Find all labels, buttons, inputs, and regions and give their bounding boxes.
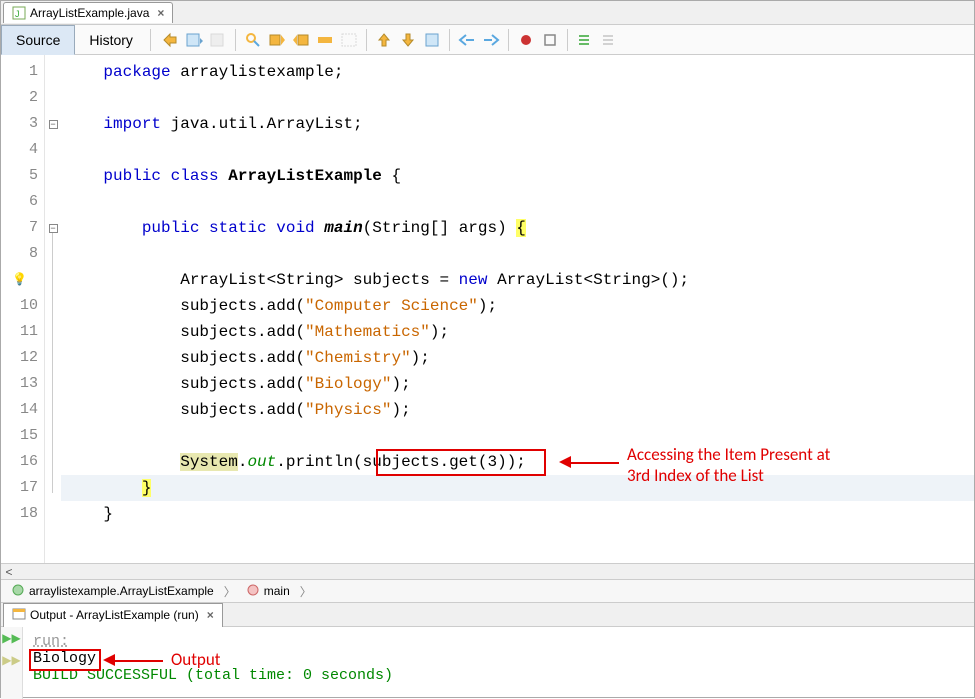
separator — [449, 29, 450, 51]
code-editor[interactable]: 12345678 💡 101112131415161718 − − packag… — [1, 55, 974, 563]
next-bookmark-icon[interactable] — [398, 30, 418, 50]
breadcrumb: arraylistexample.ArrayListExample 〉 main… — [1, 579, 974, 603]
separator — [235, 29, 236, 51]
fold-gutter: − − — [45, 55, 61, 563]
annotation-arrow — [569, 462, 619, 464]
warning-bulb-icon[interactable]: 💡 — [1, 267, 44, 293]
fold-toggle-icon[interactable]: − — [49, 224, 58, 233]
editor-subtab-bar: Source History — [1, 25, 974, 55]
annotation-arrow — [113, 660, 163, 662]
editor-toolbar — [154, 29, 619, 51]
arrow-head-icon — [103, 654, 115, 666]
run-icon[interactable]: ▶▶ — [2, 653, 20, 667]
breadcrumb-method[interactable]: main — [240, 581, 296, 602]
tab-source[interactable]: Source — [1, 25, 75, 55]
tab-history[interactable]: History — [75, 26, 147, 54]
run-icon[interactable]: ▶▶ — [2, 631, 20, 645]
uncomment-icon[interactable] — [599, 30, 619, 50]
annotation-box — [29, 649, 101, 671]
file-tab-bar: J ArrayListExample.java × — [1, 1, 974, 25]
shift-left-icon[interactable] — [457, 30, 477, 50]
toggle-rect-icon[interactable] — [339, 30, 359, 50]
output-icon — [12, 607, 26, 624]
code-content[interactable]: package arraylistexample; import java.ut… — [61, 55, 974, 563]
chevron-right-icon: 〉 — [224, 583, 236, 600]
macro-stop-icon[interactable] — [540, 30, 560, 50]
close-icon[interactable]: × — [207, 608, 214, 622]
scroll-left-icon[interactable]: < — [1, 565, 17, 579]
shift-right-icon[interactable] — [481, 30, 501, 50]
breadcrumb-class[interactable]: arraylistexample.ArrayListExample — [5, 581, 220, 602]
annotation-text: Output — [171, 649, 220, 670]
dropdown-icon[interactable] — [208, 30, 228, 50]
output-gutter: ▶▶ ▶▶ — [1, 627, 23, 699]
output-tab-bar: Output - ArrayListExample (run) × — [1, 603, 974, 627]
arrow-head-icon — [559, 456, 571, 468]
chevron-right-icon: 〉 — [300, 583, 312, 600]
prev-bookmark-icon[interactable] — [374, 30, 394, 50]
java-file-icon: J — [12, 6, 26, 20]
annotation-text: Accessing the Item Present at 3rd Index … — [627, 444, 830, 486]
annotation-box — [376, 449, 546, 476]
find-selection-icon[interactable] — [243, 30, 263, 50]
last-edit-icon[interactable] — [160, 30, 180, 50]
method-icon — [246, 583, 260, 600]
fold-toggle-icon[interactable]: − — [49, 120, 58, 129]
file-tab-label: ArrayListExample.java — [30, 6, 149, 20]
forward-icon[interactable] — [184, 30, 204, 50]
file-tab[interactable]: J ArrayListExample.java × — [3, 2, 173, 23]
separator — [150, 29, 151, 51]
output-tab[interactable]: Output - ArrayListExample (run) × — [3, 603, 223, 627]
line-number-gutter: 12345678 💡 101112131415161718 — [1, 55, 45, 563]
separator — [567, 29, 568, 51]
toggle-bookmark-icon[interactable] — [422, 30, 442, 50]
find-prev-icon[interactable] — [267, 30, 287, 50]
close-icon[interactable]: × — [157, 6, 164, 20]
output-panel: ▶▶ ▶▶ run: Biology BUILD SUCCESSFUL (tot… — [1, 627, 974, 699]
class-icon — [11, 583, 25, 600]
comment-icon[interactable] — [575, 30, 595, 50]
horizontal-scrollbar[interactable]: < — [1, 563, 974, 579]
output-run-line: run: — [33, 633, 964, 650]
find-next-icon[interactable] — [291, 30, 311, 50]
toggle-highlight-icon[interactable] — [315, 30, 335, 50]
separator — [508, 29, 509, 51]
macro-record-icon[interactable] — [516, 30, 536, 50]
output-tab-label: Output - ArrayListExample (run) — [30, 608, 199, 622]
svg-text:J: J — [15, 9, 20, 19]
output-console[interactable]: run: Biology BUILD SUCCESSFUL (total tim… — [23, 627, 974, 699]
separator — [366, 29, 367, 51]
